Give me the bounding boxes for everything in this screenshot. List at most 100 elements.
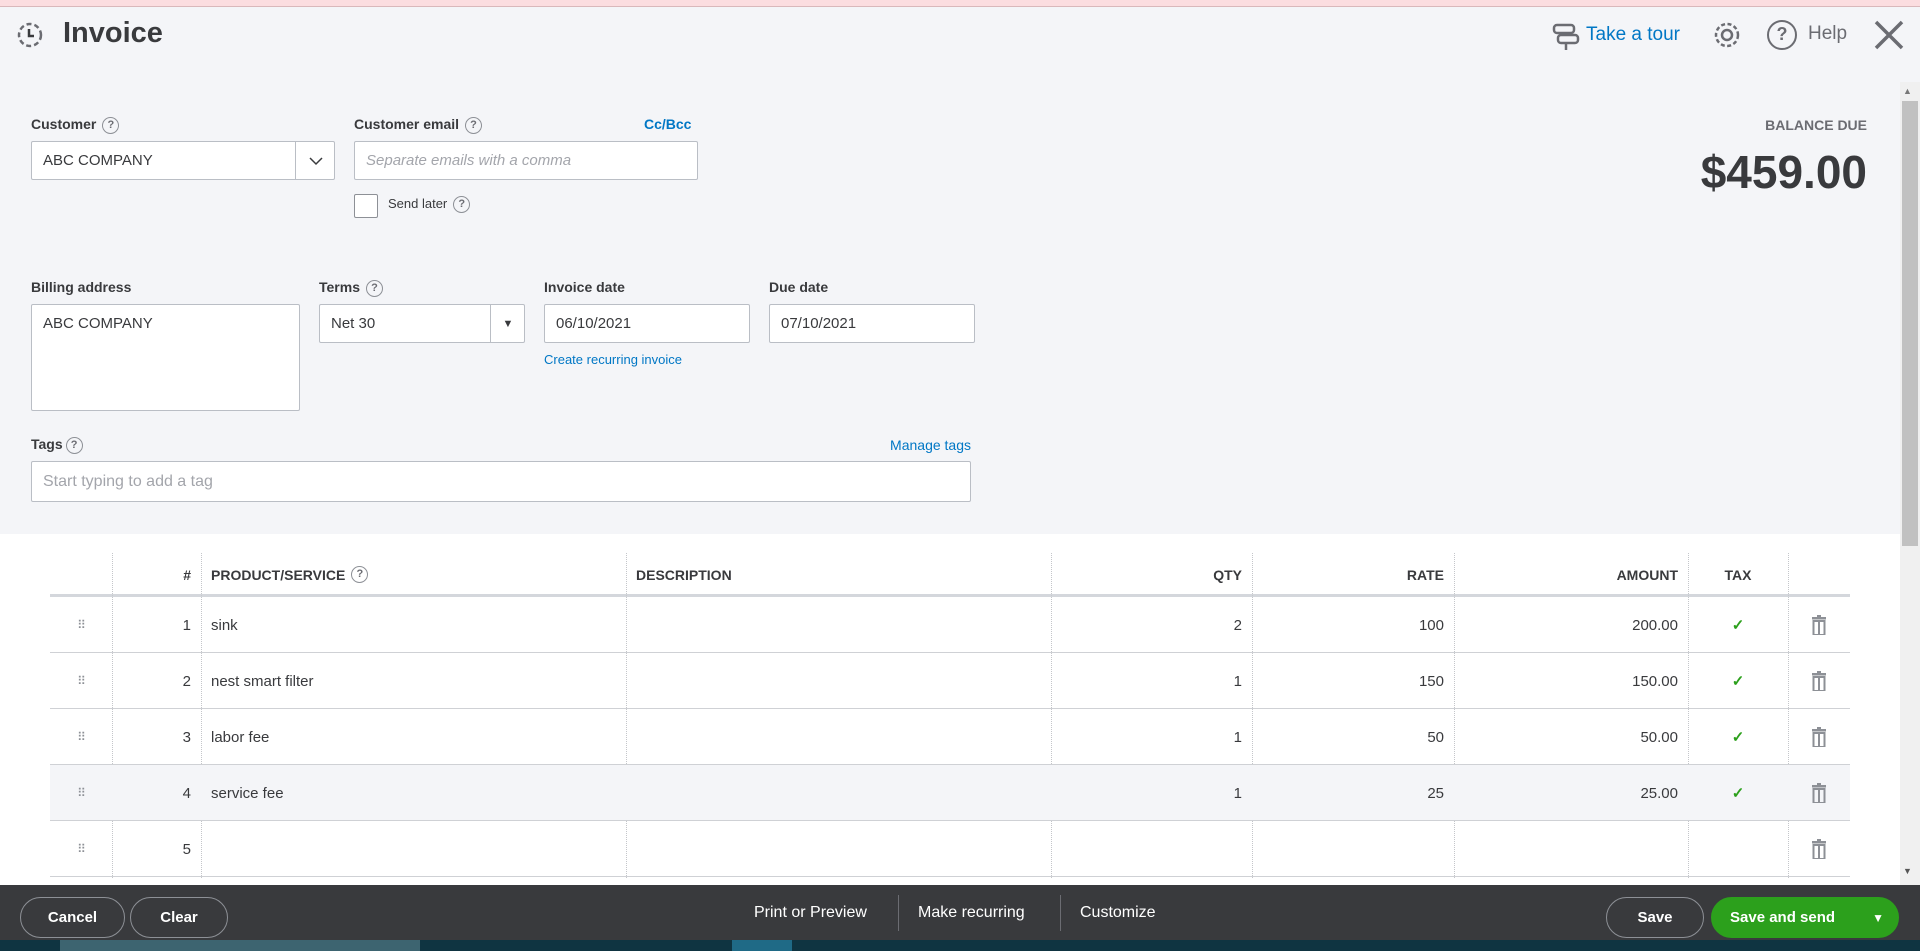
drag-handle-icon[interactable]: ⠿ bbox=[50, 821, 112, 877]
caret-down-icon[interactable]: ▼ bbox=[1872, 911, 1884, 925]
print-preview-link[interactable]: Print or Preview bbox=[754, 885, 867, 940]
tax-checkbox[interactable]: ✓ bbox=[1688, 653, 1788, 709]
help-icon[interactable]: ? bbox=[65, 436, 83, 454]
product-cell[interactable] bbox=[201, 821, 626, 877]
check-icon: ✓ bbox=[1731, 785, 1745, 802]
col-header-amount: AMOUNT bbox=[1616, 566, 1678, 583]
product-cell[interactable]: labor fee bbox=[201, 709, 626, 765]
rate-cell[interactable]: 100 bbox=[1252, 597, 1454, 653]
rate-cell[interactable]: 25 bbox=[1252, 765, 1454, 821]
invoice-date-value: 06/10/2021 bbox=[556, 315, 632, 332]
gear-icon[interactable] bbox=[1711, 19, 1743, 51]
due-date-value: 07/10/2021 bbox=[781, 315, 857, 332]
product-cell[interactable]: nest smart filter bbox=[201, 653, 626, 709]
drag-handle-icon[interactable]: ⠿ bbox=[50, 765, 112, 821]
create-recurring-invoice-link[interactable]: Create recurring invoice bbox=[544, 352, 682, 367]
description-cell[interactable] bbox=[626, 765, 1051, 821]
make-recurring-link[interactable]: Make recurring bbox=[918, 885, 1025, 940]
due-date-input[interactable]: 07/10/2021 bbox=[769, 304, 975, 343]
take-a-tour-link[interactable]: Take a tour bbox=[1586, 24, 1680, 46]
chevron-down-icon[interactable] bbox=[295, 142, 335, 179]
trash-icon[interactable] bbox=[1812, 671, 1826, 691]
qty-cell[interactable]: 1 bbox=[1051, 709, 1252, 765]
cc-bcc-link[interactable]: Cc/Bcc bbox=[644, 116, 691, 132]
close-icon[interactable] bbox=[1873, 19, 1905, 51]
drag-handle-icon[interactable]: ⠿ bbox=[50, 709, 112, 765]
cancel-button[interactable]: Cancel bbox=[20, 897, 125, 938]
scrollbar[interactable]: ▲ ▼ bbox=[1900, 82, 1920, 885]
line-number: 1 bbox=[182, 616, 191, 634]
amount-cell[interactable] bbox=[1454, 821, 1688, 877]
tax-checkbox[interactable]: ✓ bbox=[1688, 765, 1788, 821]
caret-down-icon[interactable]: ▼ bbox=[490, 305, 525, 342]
help-icon[interactable]: ? bbox=[365, 279, 383, 297]
customer-email-input[interactable]: Separate emails with a comma bbox=[354, 141, 698, 180]
tax-checkbox[interactable] bbox=[1688, 821, 1788, 877]
amount-cell[interactable]: 150.00 bbox=[1454, 653, 1688, 709]
customer-select[interactable]: ABC COMPANY bbox=[31, 141, 335, 180]
table-row[interactable]: ⠿ 3 labor fee 1 50 50.00 ✓ bbox=[50, 709, 1850, 765]
delete-row-button[interactable] bbox=[1788, 653, 1850, 709]
product-cell[interactable]: sink bbox=[201, 597, 626, 653]
delete-row-button[interactable] bbox=[1788, 597, 1850, 653]
amount-cell[interactable]: 200.00 bbox=[1454, 597, 1688, 653]
trash-icon[interactable] bbox=[1812, 615, 1826, 635]
qty-cell[interactable]: 1 bbox=[1051, 653, 1252, 709]
manage-tags-link[interactable]: Manage tags bbox=[890, 437, 971, 453]
tax-checkbox[interactable]: ✓ bbox=[1688, 709, 1788, 765]
save-and-send-button[interactable]: Save and send ▼ bbox=[1711, 897, 1899, 938]
trash-icon[interactable] bbox=[1812, 839, 1826, 859]
send-later-label: Send later bbox=[388, 196, 448, 211]
amount-cell[interactable]: 25.00 bbox=[1454, 765, 1688, 821]
trash-icon[interactable] bbox=[1812, 727, 1826, 747]
recent-transactions-icon[interactable] bbox=[15, 20, 45, 50]
product-cell[interactable]: service fee bbox=[201, 765, 626, 821]
description-cell[interactable] bbox=[626, 709, 1051, 765]
delete-row-button[interactable] bbox=[1788, 709, 1850, 765]
clear-button[interactable]: Clear bbox=[130, 897, 228, 938]
trash-icon[interactable] bbox=[1812, 783, 1826, 803]
rate-cell[interactable] bbox=[1252, 821, 1454, 877]
table-row[interactable]: ⠿ 1 sink 2 100 200.00 ✓ bbox=[50, 597, 1850, 653]
signpost-icon[interactable] bbox=[1552, 22, 1580, 52]
top-strip bbox=[0, 0, 1920, 7]
rate-cell[interactable]: 150 bbox=[1252, 653, 1454, 709]
description-cell[interactable] bbox=[626, 597, 1051, 653]
table-row[interactable]: ⠿ 4 service fee 1 25 25.00 ✓ bbox=[50, 765, 1850, 821]
help-icon[interactable]: ? bbox=[465, 116, 483, 134]
scrollbar-thumb[interactable] bbox=[1902, 101, 1918, 546]
billing-address-textarea[interactable]: ABC COMPANY bbox=[31, 304, 300, 411]
delete-row-button[interactable] bbox=[1788, 821, 1850, 877]
description-cell[interactable] bbox=[626, 653, 1051, 709]
terms-select[interactable]: Net 30 ▼ bbox=[319, 304, 525, 343]
col-header-product: PRODUCT/SERVICE bbox=[211, 566, 346, 583]
drag-handle-icon[interactable]: ⠿ bbox=[50, 597, 112, 653]
tax-checkbox[interactable]: ✓ bbox=[1688, 597, 1788, 653]
send-later-checkbox[interactable] bbox=[354, 194, 378, 218]
qty-cell[interactable]: 1 bbox=[1051, 765, 1252, 821]
table-row[interactable]: ⠿ 5 bbox=[50, 821, 1850, 877]
invoice-date-label: Invoice date bbox=[544, 279, 625, 295]
customize-link[interactable]: Customize bbox=[1080, 885, 1156, 940]
qty-cell[interactable] bbox=[1051, 821, 1252, 877]
help-icon[interactable]: ? bbox=[453, 196, 471, 214]
check-icon: ✓ bbox=[1731, 617, 1745, 634]
col-header-description: DESCRIPTION bbox=[636, 566, 732, 583]
col-header-number: # bbox=[183, 566, 191, 583]
help-icon[interactable]: ? bbox=[102, 116, 120, 134]
delete-row-button[interactable] bbox=[1788, 765, 1850, 821]
help-icon[interactable]: ? bbox=[1767, 20, 1797, 50]
invoice-date-input[interactable]: 06/10/2021 bbox=[544, 304, 750, 343]
tags-input[interactable]: Start typing to add a tag bbox=[31, 461, 971, 502]
qty-cell[interactable]: 2 bbox=[1051, 597, 1252, 653]
amount-cell[interactable]: 50.00 bbox=[1454, 709, 1688, 765]
help-icon[interactable]: ? bbox=[351, 566, 369, 583]
drag-handle-icon[interactable]: ⠿ bbox=[50, 653, 112, 709]
check-icon: ✓ bbox=[1731, 673, 1745, 690]
save-button[interactable]: Save bbox=[1606, 897, 1704, 938]
description-cell[interactable] bbox=[626, 821, 1051, 877]
table-row[interactable]: ⠿ 2 nest smart filter 1 150 150.00 ✓ bbox=[50, 653, 1850, 709]
rate-cell[interactable]: 50 bbox=[1252, 709, 1454, 765]
help-label[interactable]: Help bbox=[1808, 23, 1847, 45]
tags-placeholder: Start typing to add a tag bbox=[43, 472, 213, 490]
